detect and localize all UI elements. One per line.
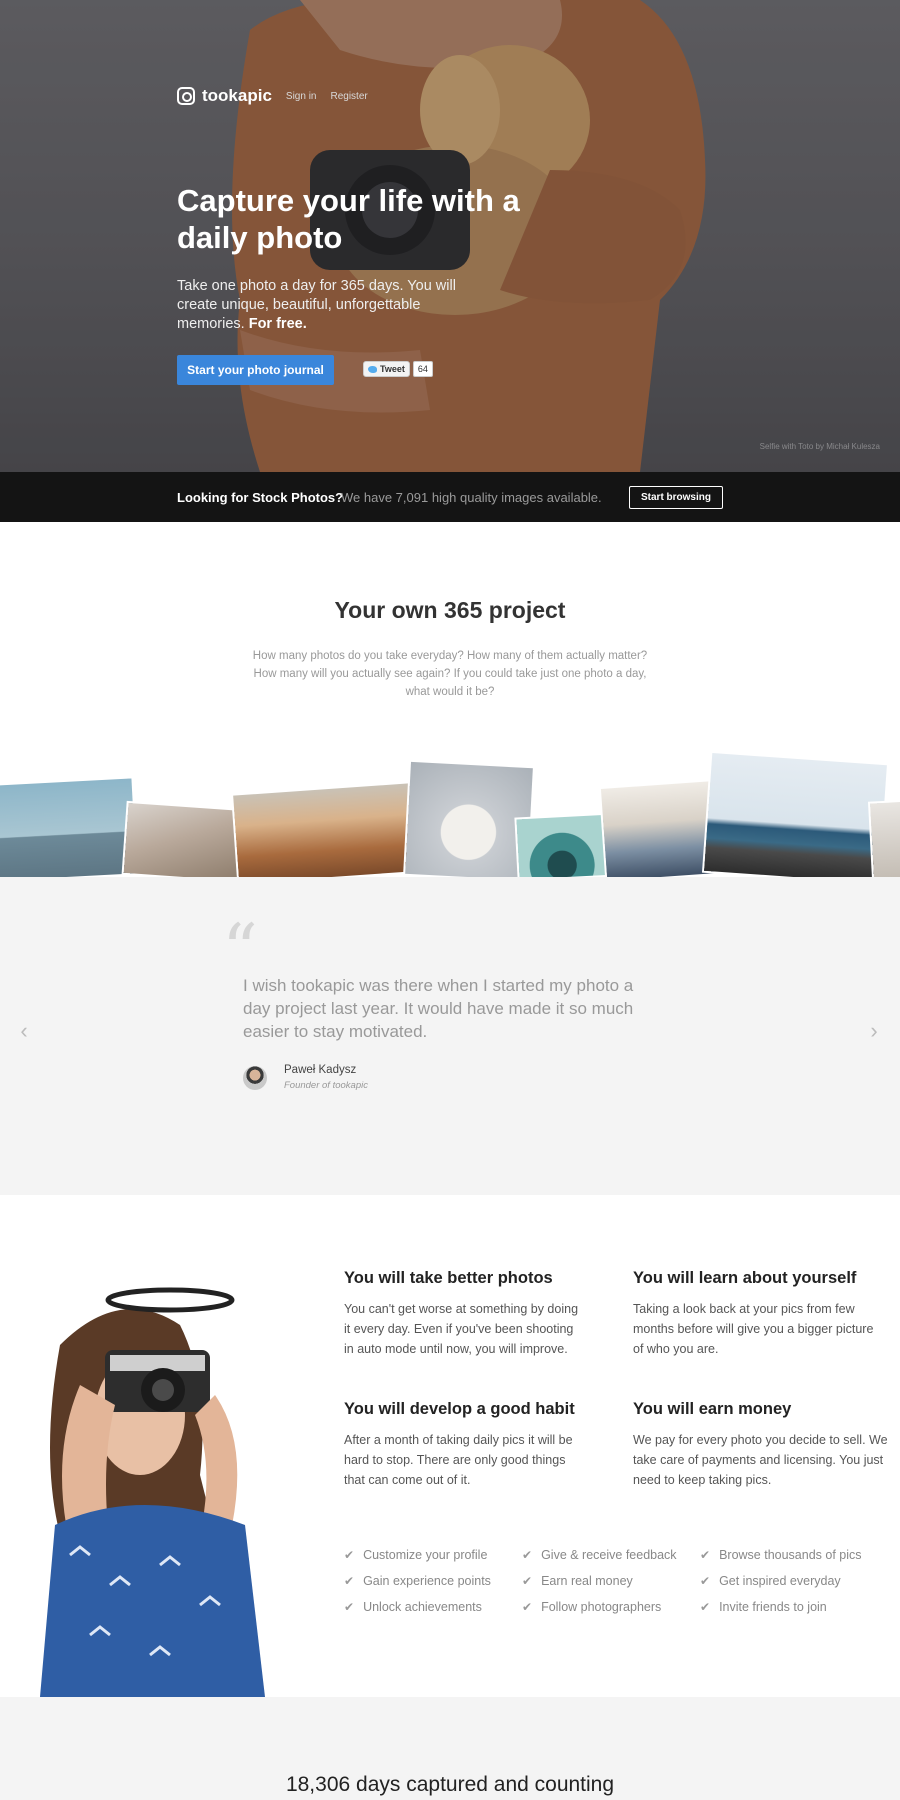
- benefit-text: Taking a look back at your pics from few…: [633, 1302, 874, 1356]
- counter-section: 18,306 days captured and counting: [0, 1697, 900, 1800]
- prev-arrow-icon[interactable]: ‹: [14, 1020, 34, 1042]
- testimonial-role: Founder of tookapic: [284, 1080, 368, 1091]
- avatar: [243, 1066, 267, 1090]
- start-browsing-button[interactable]: Start browsing: [629, 486, 723, 509]
- benefit-text: After a month of taking daily pics it wi…: [344, 1433, 573, 1487]
- feature-label: Customize your profile: [363, 1548, 488, 1562]
- check-icon: ✔: [700, 1548, 711, 1562]
- benefit-title: You will take better photos: [344, 1269, 553, 1287]
- check-icon: ✔: [700, 1600, 711, 1614]
- top-nav: tookapic Sign in Register: [177, 86, 368, 106]
- check-icon: ✔: [522, 1548, 533, 1562]
- feature-label: Gain experience points: [363, 1574, 491, 1588]
- collage-photo[interactable]: [233, 782, 427, 877]
- sign-in-link[interactable]: Sign in: [286, 91, 317, 102]
- stock-question: Looking for Stock Photos?: [177, 489, 344, 505]
- feature-item: ✔ Earn real money: [522, 1574, 633, 1588]
- feature-label: Browse thousands of pics: [719, 1548, 862, 1562]
- benefit-title: You will develop a good habit: [344, 1400, 575, 1418]
- check-icon: ✔: [522, 1574, 533, 1588]
- stock-message: We have 7,091 high quality images availa…: [341, 489, 602, 505]
- hero-description-text: Take one photo a day for 365 days. You w…: [177, 278, 456, 332]
- check-icon: ✔: [522, 1600, 533, 1614]
- benefit-title: You will earn money: [633, 1400, 792, 1418]
- benefit-title: You will learn about yourself: [633, 1269, 857, 1287]
- photo-collage: [0, 745, 900, 877]
- logo[interactable]: tookapic: [177, 86, 272, 106]
- photo-credit[interactable]: Selfie with Toto by Michał Kulesza: [760, 442, 880, 451]
- benefit-text: We pay for every photo you decide to sel…: [633, 1433, 888, 1487]
- hero-description: Take one photo a day for 365 days. You w…: [177, 277, 467, 334]
- twitter-bird-icon: [368, 365, 377, 373]
- collage-photo[interactable]: [405, 761, 533, 877]
- feature-item: ✔ Browse thousands of pics: [700, 1548, 862, 1562]
- check-icon: ✔: [344, 1600, 355, 1614]
- start-journal-button[interactable]: Start your photo journal: [177, 355, 334, 385]
- collage-photo[interactable]: [0, 778, 137, 877]
- feature-label: Earn real money: [541, 1574, 633, 1588]
- collage-photo[interactable]: [600, 781, 718, 877]
- stock-photos-bar: Looking for Stock Photos? We have 7,091 …: [0, 472, 900, 522]
- check-icon: ✔: [700, 1574, 711, 1588]
- photographer-image: [40, 1287, 265, 1697]
- feature-label: Get inspired everyday: [719, 1574, 841, 1588]
- testimonial-section: ‹ “ I wish tookapic was there when I sta…: [0, 877, 900, 1195]
- tweet-button[interactable]: Tweet: [363, 361, 410, 377]
- testimonial-quote: I wish tookapic was there when I started…: [243, 976, 634, 1041]
- collage-photo[interactable]: [516, 814, 616, 877]
- feature-item: ✔ Get inspired everyday: [700, 1574, 841, 1588]
- camera-logo-icon: [177, 87, 195, 105]
- feature-label: Give & receive feedback: [541, 1548, 677, 1562]
- feature-item: ✔ Unlock achievements: [344, 1600, 482, 1614]
- tweet-label: Tweet: [380, 364, 405, 374]
- next-arrow-icon[interactable]: ›: [864, 1020, 884, 1042]
- feature-item: ✔ Gain experience points: [344, 1574, 491, 1588]
- tweet-widget: Tweet 64: [363, 361, 433, 377]
- tweet-count: 64: [412, 361, 433, 377]
- collage-photo[interactable]: [704, 753, 887, 877]
- register-link[interactable]: Register: [330, 91, 367, 102]
- benefit-text: You can't get worse at something by doin…: [344, 1302, 579, 1356]
- section-title: Your own 365 project: [334, 597, 566, 623]
- collage-photo[interactable]: [870, 800, 900, 877]
- days-counter: 18,306 days captured and counting: [285, 1773, 615, 1796]
- feature-item: ✔ Customize your profile: [344, 1548, 487, 1562]
- feature-item: ✔ Follow photographers: [522, 1600, 661, 1614]
- testimonial-author: Paweł Kadysz: [284, 1064, 357, 1076]
- feature-item: ✔ Give & receive feedback: [522, 1548, 677, 1562]
- hero-section: tookapic Sign in Register Capture your l…: [0, 0, 900, 472]
- logo-text: tookapic: [202, 86, 272, 105]
- feature-label: Follow photographers: [541, 1600, 662, 1614]
- check-icon: ✔: [344, 1548, 355, 1562]
- check-icon: ✔: [344, 1574, 355, 1588]
- hero-title: Capture your life with a daily photo: [177, 183, 520, 255]
- collage-photo[interactable]: [123, 802, 247, 877]
- section-description: How many photos do you take everyday? Ho…: [252, 650, 648, 698]
- hero-description-bold: For free.: [248, 316, 307, 332]
- feature-item: ✔ Invite friends to join: [700, 1600, 827, 1614]
- feature-label: Unlock achievements: [363, 1600, 482, 1614]
- feature-label: Invite friends to join: [719, 1600, 827, 1614]
